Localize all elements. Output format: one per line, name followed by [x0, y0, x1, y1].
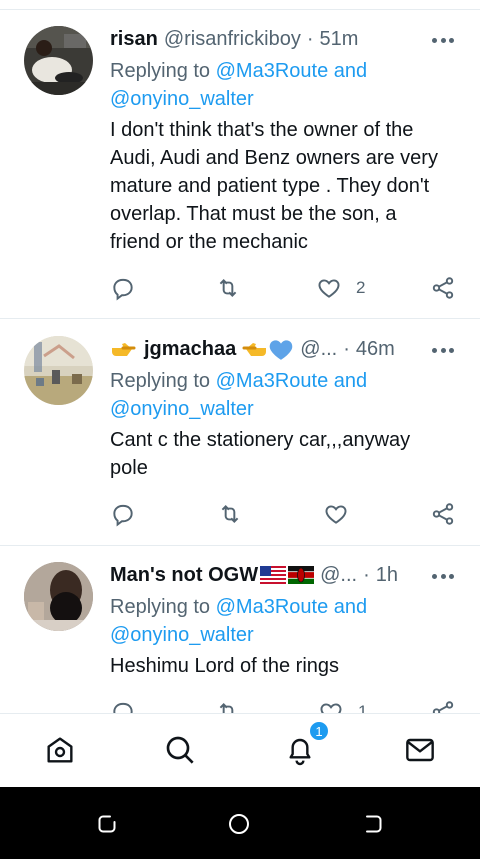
home-circle-icon — [229, 814, 249, 834]
replying-to-users[interactable]: @Ma3Route and — [216, 370, 368, 392]
separator-dot: · — [343, 337, 350, 360]
avatar[interactable] — [24, 562, 93, 631]
tweet-actions — [110, 499, 460, 529]
us-flag-icon — [260, 566, 287, 584]
heart-icon — [320, 703, 342, 713]
username[interactable]: @... — [300, 338, 337, 361]
replying-to-user[interactable]: @onyino_walter — [110, 88, 254, 110]
replying-to-users[interactable]: @Ma3Route and — [216, 60, 368, 82]
home-icon — [47, 737, 73, 763]
tweet-text-line: Cant c the stationery car,,,anyway — [110, 429, 411, 451]
like-button[interactable]: 2 — [316, 273, 365, 303]
retweet-button[interactable] — [214, 697, 242, 713]
nav-notifications[interactable]: 1 — [282, 720, 330, 768]
tweet-actions: 1 — [110, 697, 460, 713]
reply-button[interactable] — [110, 697, 136, 713]
share-button[interactable] — [430, 697, 456, 713]
replying-to: Replying to @Ma3Route and @onyino_walter — [110, 593, 450, 649]
kenya-flag-icon — [288, 566, 315, 584]
like-button[interactable] — [323, 499, 363, 529]
timestamp[interactable]: 1h — [376, 564, 398, 587]
heart-icon — [325, 505, 347, 524]
tweet-text: Cant c the stationery car,,,anyway pole — [110, 426, 460, 482]
recent-apps-button[interactable] — [94, 811, 120, 837]
tweet[interactable]: jgmachaa @... · 46m Replying to @Ma3Rout… — [0, 318, 480, 546]
more-options-icon[interactable] — [432, 573, 454, 579]
more-options-icon[interactable] — [432, 347, 454, 353]
more-options-icon[interactable] — [432, 37, 454, 43]
nav-messages[interactable] — [402, 732, 438, 768]
separator-dot: · — [363, 563, 370, 586]
notification-badge: 1 — [308, 720, 330, 742]
tweet-text-line: overlap. That must be the son, a — [110, 203, 397, 225]
replying-to-prefix: Replying to — [110, 60, 216, 82]
pointing-hand-icon — [242, 343, 267, 356]
tweet-text-line: Heshimu Lord of the rings — [110, 655, 340, 677]
retweet-icon — [219, 703, 234, 713]
timestamp[interactable]: 46m — [356, 338, 395, 361]
tweet-feed[interactable]: risan @risanfrickiboy · 51m Replying to … — [0, 0, 480, 713]
tweet-text: Heshimu Lord of the rings — [110, 652, 460, 680]
reply-button[interactable] — [110, 273, 136, 303]
back-icon — [366, 815, 382, 833]
blue-heart-icon — [269, 340, 293, 360]
reply-icon — [113, 702, 133, 713]
display-name[interactable]: Man's not OGW — [110, 564, 258, 587]
share-icon — [432, 701, 454, 713]
back-button[interactable] — [360, 811, 386, 837]
tweet[interactable]: Man's not OGW @... · 1h Replying to @Ma3… — [0, 545, 480, 713]
tweet[interactable]: risan @risanfrickiboy · 51m Replying to … — [0, 0, 480, 319]
system-navigation-bar — [0, 787, 480, 859]
display-name[interactable]: risan — [110, 28, 158, 51]
share-icon — [432, 277, 454, 299]
replying-to: Replying to @Ma3Route and @onyino_walter — [110, 367, 450, 423]
separator-dot: · — [306, 27, 314, 50]
nav-home[interactable] — [42, 732, 78, 768]
heart-icon — [318, 279, 340, 298]
like-count: 1 — [358, 702, 368, 713]
retweet-icon — [221, 505, 239, 523]
search-icon — [166, 736, 194, 764]
avatar[interactable] — [24, 336, 93, 405]
home-system-button[interactable] — [226, 811, 252, 837]
tweet-text-line: Audi, Audi and Benz owners are very — [110, 147, 438, 169]
username[interactable]: @... — [320, 564, 357, 587]
share-button[interactable] — [430, 273, 456, 303]
tweet-actions: 2 — [110, 273, 460, 303]
retweet-icon — [219, 279, 237, 297]
tweet-text-line: I don't think that's the owner of the — [110, 119, 414, 141]
share-icon — [432, 503, 454, 525]
like-button[interactable]: 1 — [318, 697, 367, 713]
tweet-text-line: pole — [110, 457, 148, 479]
pointing-hand-icon — [112, 343, 136, 356]
username[interactable]: @risanfrickiboy — [164, 28, 301, 51]
nav-search[interactable] — [162, 732, 198, 768]
timestamp[interactable]: 51m — [320, 28, 359, 51]
tweet-header: jgmachaa @... · 46m — [110, 336, 460, 362]
bottom-navigation: 1 — [0, 713, 480, 787]
reply-icon — [113, 278, 133, 301]
reply-icon — [113, 504, 133, 527]
tweet-text-line: friend or the mechanic — [110, 231, 308, 253]
avatar[interactable] — [24, 26, 93, 95]
display-name[interactable]: jgmachaa — [144, 338, 236, 361]
replying-to-prefix: Replying to — [110, 596, 216, 618]
reply-button[interactable] — [110, 499, 136, 529]
replying-to: Replying to @Ma3Route and @onyino_walter — [110, 57, 450, 113]
replying-to-user[interactable]: @onyino_walter — [110, 624, 254, 646]
messages-icon — [406, 738, 434, 762]
tweet-header: Man's not OGW @... · 1h — [110, 562, 460, 588]
like-count: 2 — [356, 278, 366, 297]
retweet-button[interactable] — [216, 499, 244, 529]
recent-apps-icon — [98, 815, 116, 833]
retweet-button[interactable] — [214, 273, 242, 303]
tweet-text: I don't think that's the owner of the Au… — [110, 116, 460, 256]
tweet-header: risan @risanfrickiboy · 51m — [110, 26, 460, 52]
replying-to-user[interactable]: @onyino_walter — [110, 398, 254, 420]
replying-to-prefix: Replying to — [110, 370, 216, 392]
share-button[interactable] — [430, 499, 456, 529]
tweet-text-line: mature and patient type . They don't — [110, 175, 430, 197]
replying-to-users[interactable]: @Ma3Route and — [216, 596, 368, 618]
